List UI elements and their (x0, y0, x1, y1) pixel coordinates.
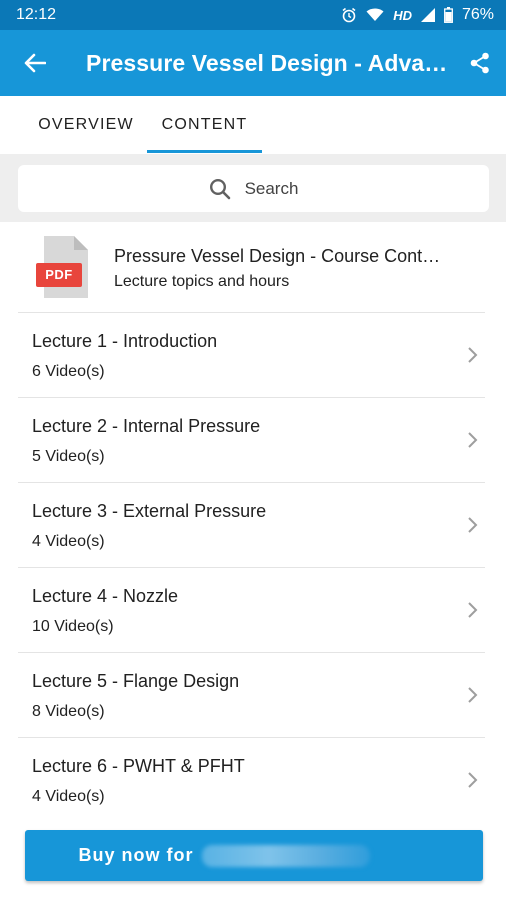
tab-overview[interactable]: OVERVIEW (24, 96, 148, 154)
lecture-title: Lecture 6 - PWHT & PFHT (32, 756, 245, 776)
lecture-item-5[interactable]: Lecture 5 - Flange Design 8 Video(s) (0, 653, 506, 738)
app-bar: Pressure Vessel Design - Advan… (0, 30, 506, 96)
chevron-right-icon (468, 602, 478, 618)
alarm-icon (341, 7, 357, 23)
status-time: 12:12 (16, 6, 57, 23)
pdf-badge-label: PDF (45, 267, 73, 282)
search-input[interactable]: Search (18, 165, 489, 212)
back-button[interactable] (0, 30, 70, 96)
redacted-price (201, 844, 370, 867)
pdf-document-item[interactable]: PDF Pressure Vessel Design - Course Cont… (0, 222, 506, 313)
battery-percent: 76% (461, 6, 494, 23)
buy-now-label: Buy now for (78, 845, 194, 865)
network-type-label: HD (393, 7, 412, 23)
battery-icon (444, 7, 453, 23)
status-icons: HD 76% (341, 6, 494, 24)
chevron-right-icon (468, 517, 478, 533)
pdf-item-subtitle: Lecture topics and hours (114, 273, 290, 290)
share-icon (470, 52, 489, 74)
pdf-item-title: Pressure Vessel Design - Course Cont… (114, 246, 441, 266)
lecture-title: Lecture 4 - Nozzle (32, 586, 179, 606)
search-icon (209, 178, 230, 199)
lecture-item-2[interactable]: Lecture 2 - Internal Pressure 5 Video(s) (0, 398, 506, 483)
lecture-video-count: 4 Video(s) (32, 533, 105, 550)
lecture-item-1[interactable]: Lecture 1 - Introduction 6 Video(s) (0, 313, 506, 398)
lecture-title: Lecture 1 - Introduction (32, 331, 218, 351)
chevron-right-icon (468, 687, 478, 703)
buy-now-button[interactable]: Buy now for (25, 830, 483, 881)
chevron-right-icon (468, 347, 478, 363)
lecture-title: Lecture 5 - Flange Design (32, 671, 240, 691)
share-button[interactable] (454, 30, 506, 96)
lecture-item-6[interactable]: Lecture 6 - PWHT & PFHT 4 Video(s) (0, 738, 506, 823)
page-title: Pressure Vessel Design - Advan… (86, 49, 454, 76)
pdf-item-text: Pressure Vessel Design - Course Cont… Le… (114, 246, 454, 291)
chevron-right-icon (468, 772, 478, 788)
chevron-right-icon (468, 432, 478, 448)
status-bar: 12:12 HD 76% (0, 0, 506, 30)
tab-indicator (147, 150, 262, 153)
lecture-title: Lecture 2 - Internal Pressure (32, 416, 261, 436)
lecture-item-3[interactable]: Lecture 3 - External Pressure 4 Video(s) (0, 483, 506, 568)
lecture-item-4[interactable]: Lecture 4 - Nozzle 10 Video(s) (0, 568, 506, 653)
signal-icon (420, 8, 435, 22)
arrow-left-icon (24, 53, 46, 73)
search-area: Search (0, 154, 506, 222)
pdf-file-icon: PDF (36, 236, 90, 298)
lecture-video-count: 4 Video(s) (32, 788, 105, 805)
lecture-video-count: 6 Video(s) (32, 363, 105, 380)
search-placeholder: Search (244, 178, 299, 198)
lecture-video-count: 5 Video(s) (32, 448, 105, 465)
tab-content[interactable]: CONTENT (147, 96, 262, 154)
tab-bar: OVERVIEW CONTENT (0, 96, 506, 154)
lecture-title: Lecture 3 - External Pressure (32, 501, 267, 521)
lecture-video-count: 10 Video(s) (32, 618, 114, 635)
wifi-icon (366, 8, 384, 22)
lecture-video-count: 8 Video(s) (32, 703, 105, 720)
